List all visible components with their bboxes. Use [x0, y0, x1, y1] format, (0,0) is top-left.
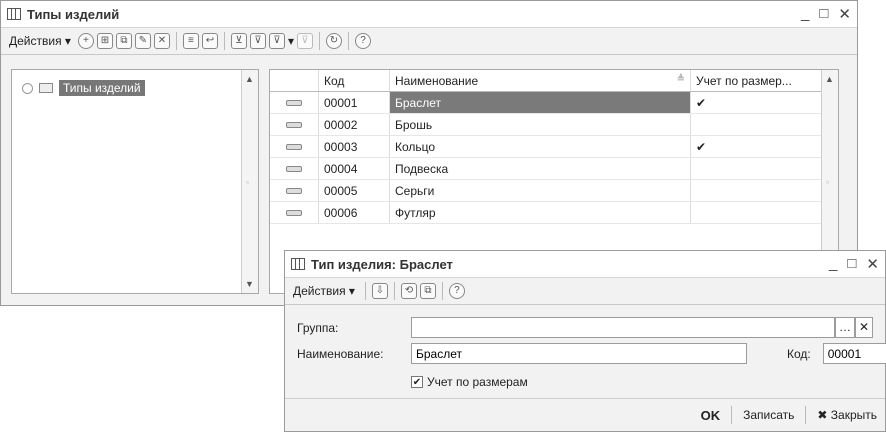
- save-button[interactable]: Записать: [743, 408, 794, 422]
- copy-icon[interactable]: ⧉: [419, 283, 436, 299]
- cell-name: Браслет: [389, 91, 691, 114]
- table-icon: [7, 8, 21, 20]
- table-row[interactable]: 00001 Браслет ✔: [270, 91, 822, 114]
- groups-tree: Типы изделий ▲ ▫ ▼: [11, 69, 259, 294]
- main-titlebar: Типы изделий _ □ ✕: [1, 1, 857, 28]
- item-icon: [286, 144, 302, 151]
- cell-code: 00002: [318, 113, 390, 136]
- ok-button[interactable]: OK: [701, 408, 721, 423]
- save-close-icon[interactable]: ⇩: [371, 283, 388, 299]
- cell-sized: [690, 201, 822, 224]
- delete-icon[interactable]: ✕: [153, 33, 170, 49]
- cell-code: 00004: [318, 157, 390, 180]
- table-row[interactable]: 00006 Футляр: [270, 201, 822, 224]
- edit-icon[interactable]: ✎: [134, 33, 151, 49]
- table-row[interactable]: 00005 Серьги: [270, 179, 822, 202]
- actions-menu[interactable]: Действия ▾: [5, 34, 75, 48]
- main-toolbar: Действия ▾ + ⊞ ⧉ ✎ ✕ ≡ ↩ ⊻ ⊽ ⊽ ▾ ⊽ ↻ ?: [1, 28, 857, 55]
- filter-icon[interactable]: ⊽: [249, 33, 266, 49]
- minimize-icon[interactable]: _: [829, 255, 837, 273]
- sized-checkbox-label: Учет по размерам: [427, 375, 528, 389]
- code-label: Код:: [787, 346, 811, 361]
- clear-group-button[interactable]: ✕: [855, 317, 873, 338]
- dialog-title: Тип изделия: Браслет: [311, 256, 453, 272]
- cell-code: 00006: [318, 201, 390, 224]
- filter-off-icon[interactable]: ⊽: [296, 33, 313, 49]
- cell-sized: [690, 179, 822, 202]
- window-title: Типы изделий: [27, 6, 120, 22]
- folder-icon: [39, 83, 53, 93]
- icon-column-header: [270, 70, 319, 92]
- scroll-up-icon[interactable]: ▲: [825, 74, 834, 84]
- item-icon: [286, 166, 302, 173]
- item-icon: [286, 100, 302, 107]
- close-icon[interactable]: ✕: [838, 5, 851, 23]
- reread-icon[interactable]: ⟲: [400, 283, 417, 299]
- cell-code: 00003: [318, 135, 390, 158]
- column-header-name[interactable]: Наименование ≜: [389, 70, 691, 92]
- dialog-actions-menu[interactable]: Действия ▾: [289, 284, 359, 298]
- scroll-down-icon[interactable]: ▼: [245, 279, 254, 289]
- filter-set-icon[interactable]: ⊻: [230, 33, 247, 49]
- tree-item-root[interactable]: Типы изделий: [22, 80, 145, 96]
- hierarchy-icon[interactable]: ≡: [182, 33, 199, 49]
- table-row[interactable]: 00003 Кольцо ✔: [270, 135, 822, 158]
- cell-sized: [690, 157, 822, 180]
- group-field[interactable]: [411, 317, 835, 338]
- filter-history-icon[interactable]: ⊽: [268, 33, 285, 49]
- cell-sized: ✔: [690, 135, 822, 158]
- table-row[interactable]: 00004 Подвеска: [270, 157, 822, 180]
- table-row[interactable]: 00002 Брошь: [270, 113, 822, 136]
- cell-name: Футляр: [389, 201, 691, 224]
- add-icon[interactable]: +: [77, 33, 94, 49]
- column-header-sized[interactable]: Учет по размер...: [690, 70, 822, 92]
- item-icon: [286, 210, 302, 217]
- refresh-icon[interactable]: ↻: [325, 33, 342, 49]
- item-dialog: Тип изделия: Браслет _ □ ✕ Действия ▾ ⇩ …: [284, 250, 886, 432]
- tree-item-label: Типы изделий: [59, 80, 145, 96]
- maximize-icon[interactable]: □: [847, 255, 856, 273]
- copy-icon[interactable]: ⧉: [115, 33, 132, 49]
- group-label: Группа:: [297, 320, 339, 335]
- select-group-button[interactable]: …: [835, 317, 855, 338]
- filter-dropdown-icon[interactable]: ▾: [288, 34, 294, 48]
- cell-name: Брошь: [389, 113, 691, 136]
- cell-name: Кольцо: [389, 135, 691, 158]
- tree-scrollbar[interactable]: ▲ ▫ ▼: [241, 70, 258, 293]
- cell-name: Подвеска: [389, 157, 691, 180]
- column-header-code[interactable]: Код: [318, 70, 390, 92]
- close-button[interactable]: ✖ Закрыть: [817, 408, 877, 422]
- cell-name: Серьги: [389, 179, 691, 202]
- item-icon: [286, 122, 302, 129]
- help-icon[interactable]: ?: [448, 283, 465, 299]
- scroll-up-icon[interactable]: ▲: [245, 74, 254, 84]
- sized-checkbox-row[interactable]: ✔ Учет по размерам: [411, 375, 528, 389]
- close-x-icon: ✖: [817, 408, 828, 422]
- minimize-icon[interactable]: _: [801, 5, 809, 23]
- move-to-group-icon[interactable]: ↩: [201, 33, 218, 49]
- name-label: Наименование:: [297, 346, 384, 361]
- item-icon: [286, 188, 302, 195]
- table-header: Код Наименование ≜ Учет по размер...: [270, 70, 822, 92]
- scroll-grip-icon: ▫: [246, 178, 249, 187]
- table-icon: [291, 258, 305, 270]
- dialog-footer: OK Записать ✖ Закрыть: [285, 398, 885, 431]
- items-table: Код Наименование ≜ Учет по размер... 0000…: [270, 70, 822, 224]
- code-field[interactable]: [822, 343, 886, 364]
- dialog-toolbar: Действия ▾ ⇩ ⟲ ⧉ ?: [285, 278, 885, 305]
- expand-icon[interactable]: [22, 82, 33, 94]
- cell-sized: ✔: [690, 91, 822, 114]
- close-icon[interactable]: ✕: [866, 255, 879, 273]
- dialog-titlebar: Тип изделия: Браслет _ □ ✕: [285, 251, 885, 278]
- sized-checkbox[interactable]: ✔: [411, 376, 423, 388]
- add-group-icon[interactable]: ⊞: [96, 33, 113, 49]
- maximize-icon[interactable]: □: [819, 5, 828, 23]
- cell-code: 00005: [318, 179, 390, 202]
- scroll-grip-icon: ▫: [826, 178, 829, 187]
- name-field[interactable]: [411, 343, 747, 364]
- cell-sized: [690, 113, 822, 136]
- cell-code: 00001: [318, 91, 390, 114]
- help-icon[interactable]: ?: [354, 33, 371, 49]
- sort-icon: ≜: [676, 73, 685, 85]
